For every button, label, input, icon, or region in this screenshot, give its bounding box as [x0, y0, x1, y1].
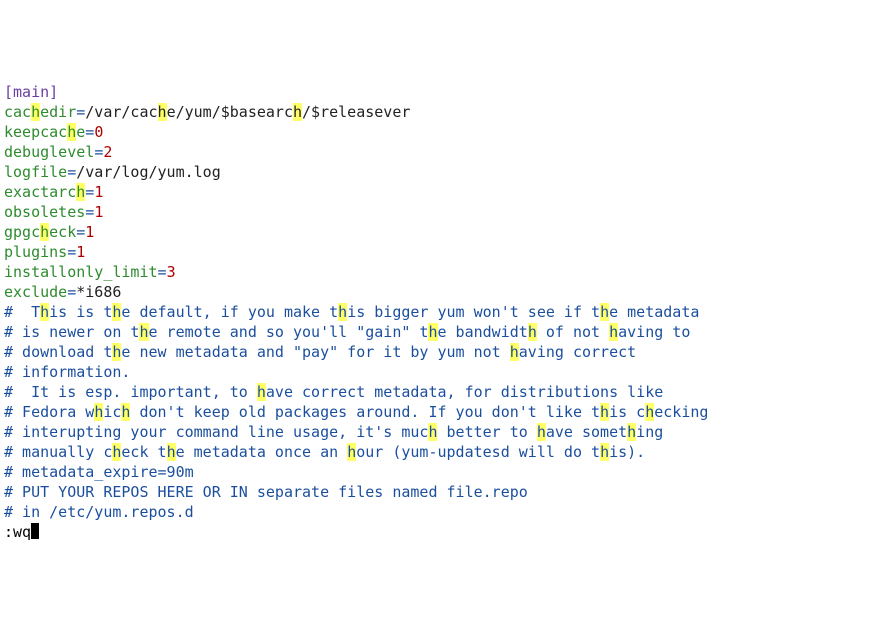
editor-line: [main]	[4, 82, 887, 102]
editor-line: # Fedora which don't keep old packages a…	[4, 402, 887, 422]
editor-line: gpgcheck=1	[4, 222, 887, 242]
editor-line: # It is esp. important, to have correct …	[4, 382, 887, 402]
editor-line: # in /etc/yum.repos.d	[4, 502, 887, 522]
editor-line: # download the new metadata and "pay" fo…	[4, 342, 887, 362]
editor-line: # PUT YOUR REPOS HERE OR IN separate fil…	[4, 482, 887, 502]
editor-line: obsoletes=1	[4, 202, 887, 222]
editor-line: # metadata_expire=90m	[4, 462, 887, 482]
editor-line: # is newer on the remote and so you'll "…	[4, 322, 887, 342]
editor-line: :wq	[4, 522, 887, 542]
cursor	[31, 523, 39, 540]
editor-line: # manually check the metadata once an ho…	[4, 442, 887, 462]
editor-line: logfile=/var/log/yum.log	[4, 162, 887, 182]
editor-line: exactarch=1	[4, 182, 887, 202]
editor-line: # This is the default, if you make this …	[4, 302, 887, 322]
editor-line: exclude=*i686	[4, 282, 887, 302]
editor-line: # interupting your command line usage, i…	[4, 422, 887, 442]
editor-line: keepcache=0	[4, 122, 887, 142]
editor-line: # information.	[4, 362, 887, 382]
editor-line: cachedir=/var/cache/yum/$basearch/$relea…	[4, 102, 887, 122]
editor-line: plugins=1	[4, 242, 887, 262]
editor-line: installonly_limit=3	[4, 262, 887, 282]
vim-editor[interactable]: [main]cachedir=/var/cache/yum/$basearch/…	[4, 82, 887, 542]
editor-line: debuglevel=2	[4, 142, 887, 162]
